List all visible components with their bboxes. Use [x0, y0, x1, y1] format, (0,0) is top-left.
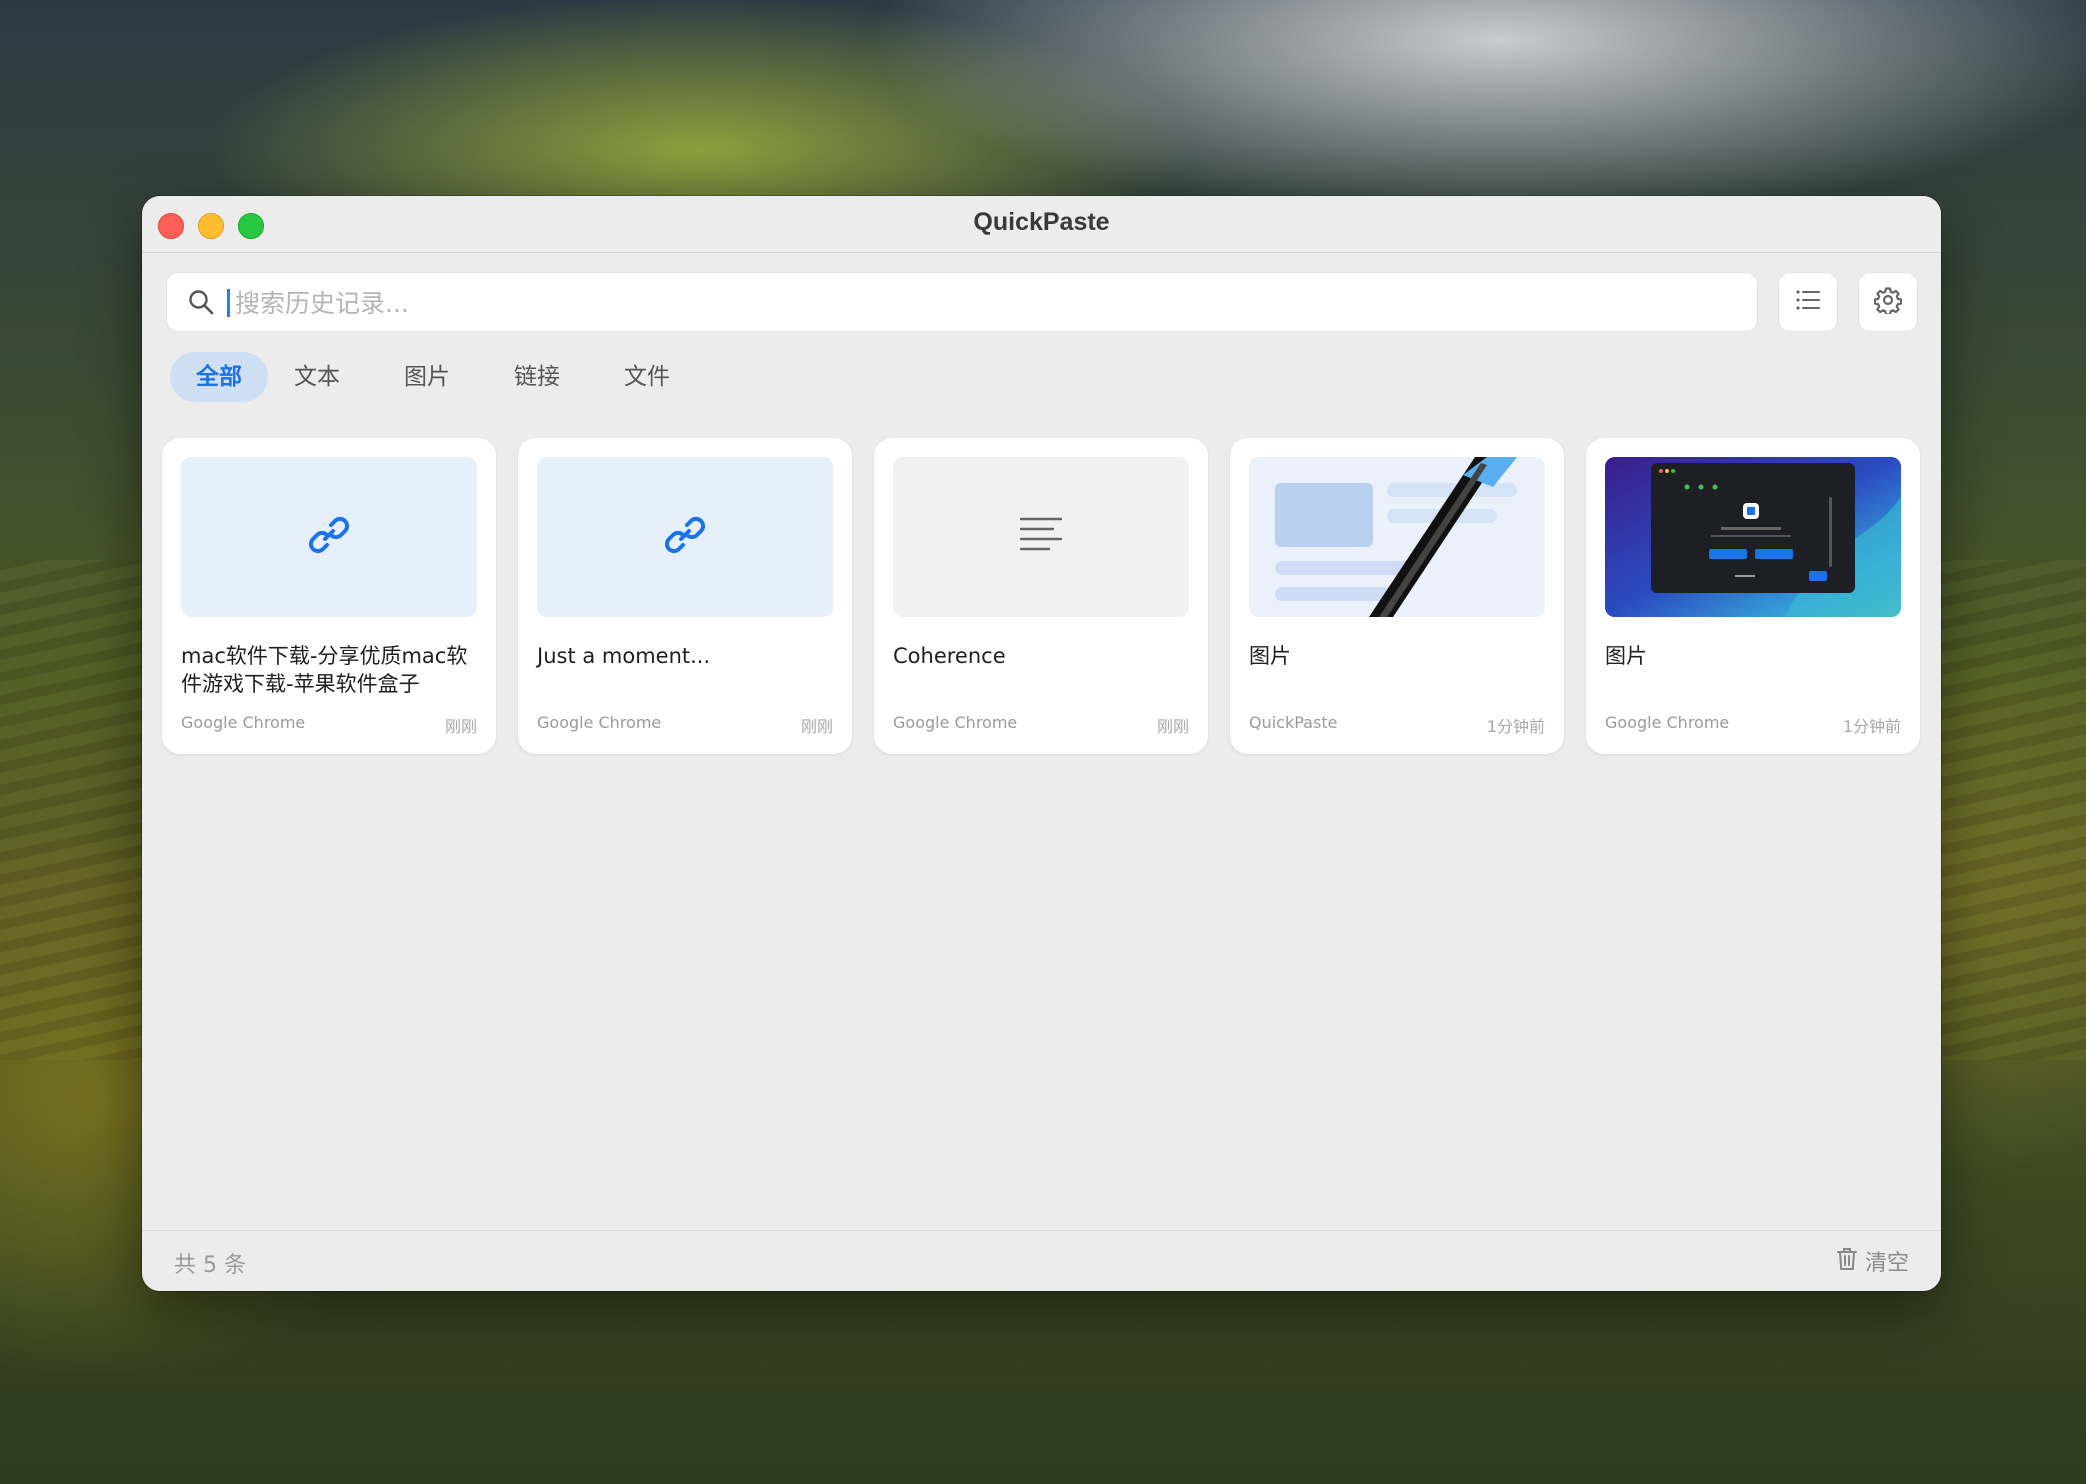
- text-align-left-icon: [1019, 515, 1063, 560]
- clip-title: Just a moment...: [537, 644, 711, 668]
- window-title: QuickPaste: [973, 208, 1110, 236]
- clip-source: Google Chrome: [181, 713, 306, 732]
- settings-button[interactable]: [1858, 272, 1918, 332]
- tab-text[interactable]: 文本: [272, 352, 362, 402]
- quickpaste-window: QuickPaste 全部 文本 图片: [142, 196, 1941, 1291]
- clear-label: 清空: [1864, 1251, 1909, 1276]
- clip-title: 图片: [1605, 644, 1647, 668]
- text-caret: [227, 289, 230, 317]
- tab-files[interactable]: 文件: [602, 352, 692, 402]
- clip-time: 刚刚: [800, 717, 833, 736]
- tab-links[interactable]: 链接: [492, 352, 582, 402]
- image-thumbnail: [1605, 457, 1901, 617]
- clear-button[interactable]: 清空: [1836, 1245, 1909, 1277]
- clip-thumbnail: [181, 457, 477, 617]
- status-bar: 共 5 条 清空: [142, 1230, 1941, 1291]
- link-icon: [305, 511, 353, 564]
- title-bar: QuickPaste: [142, 196, 1941, 253]
- clip-time: 1分钟前: [1486, 717, 1545, 736]
- clip-source: Google Chrome: [1605, 713, 1730, 732]
- clip-thumbnail: [893, 457, 1189, 617]
- item-count: 共 5 条: [174, 1253, 246, 1278]
- image-thumbnail: [1249, 457, 1545, 617]
- clip-time: 刚刚: [444, 717, 477, 736]
- search-icon: [187, 288, 215, 321]
- gear-icon: [1873, 286, 1903, 319]
- clip-title: Coherence: [893, 644, 1006, 668]
- tab-images[interactable]: 图片: [382, 352, 472, 402]
- clip-card[interactable]: 图片 QuickPaste 1分钟前: [1230, 438, 1564, 754]
- clip-card[interactable]: mac软件下载-分享优质mac软件游戏下载-苹果软件盒子 Google Chro…: [162, 438, 496, 754]
- clip-source: QuickPaste: [1249, 713, 1338, 732]
- clip-thumbnail: [537, 457, 833, 617]
- list-icon: [1795, 289, 1821, 316]
- search-input[interactable]: [233, 281, 1737, 325]
- tab-all[interactable]: 全部: [170, 352, 268, 402]
- trash-icon: [1836, 1247, 1857, 1276]
- search-box[interactable]: [166, 272, 1758, 332]
- clip-source: Google Chrome: [893, 713, 1018, 732]
- clip-card[interactable]: 图片 Google Chrome 1分钟前: [1586, 438, 1920, 754]
- clip-source: Google Chrome: [537, 713, 662, 732]
- clip-card[interactable]: Coherence Google Chrome 刚刚: [874, 438, 1208, 754]
- list-view-button[interactable]: [1778, 272, 1838, 332]
- clip-title: 图片: [1249, 644, 1291, 668]
- clip-time: 刚刚: [1156, 717, 1189, 736]
- clip-time: 1分钟前: [1842, 717, 1901, 736]
- link-icon: [661, 511, 709, 564]
- clip-card[interactable]: Just a moment... Google Chrome 刚刚: [518, 438, 852, 754]
- clip-title: mac软件下载-分享优质mac软件游戏下载-苹果软件盒子: [181, 644, 468, 696]
